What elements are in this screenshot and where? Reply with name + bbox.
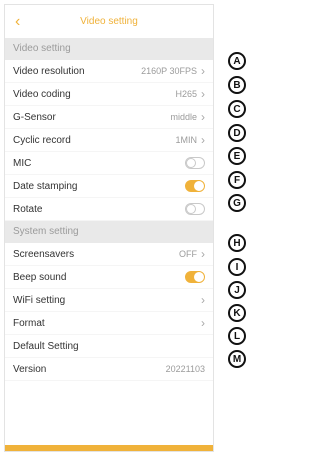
row-rotate: Rotate [5, 198, 213, 221]
row-label: Video coding [13, 88, 71, 100]
row-label: Version [13, 363, 47, 375]
marker-e: E [228, 147, 246, 165]
mic-toggle[interactable] [185, 157, 205, 169]
toggle-knob [186, 204, 196, 214]
marker-g: G [228, 194, 246, 212]
marker-i: I [228, 258, 246, 276]
row-beep-sound: Beep sound [5, 266, 213, 289]
row-label: Date stamping [13, 180, 78, 192]
marker-d: D [228, 124, 246, 142]
row-label: WiFi setting [13, 294, 66, 306]
row-label: Cyclic record [13, 134, 71, 146]
row-label: Video resolution [13, 65, 85, 77]
marker-b: B [228, 76, 246, 94]
row-wifi-setting[interactable]: WiFi setting › [5, 289, 213, 312]
row-label: Format [13, 317, 45, 329]
annotation-markers: A B C D E F G H I J K L M [224, 0, 256, 453]
chevron-right-icon: › [201, 133, 205, 147]
marker-a: A [228, 52, 246, 70]
section-system-setting: System setting [5, 221, 213, 243]
top-bar: ‹ Video setting [5, 5, 213, 38]
beep-sound-toggle[interactable] [185, 271, 205, 283]
row-value: middle › [170, 110, 205, 124]
row-default-setting[interactable]: Default Setting [5, 335, 213, 358]
row-value: › [201, 316, 205, 330]
chevron-right-icon: › [201, 87, 205, 101]
row-screensavers[interactable]: Screensavers OFF › [5, 243, 213, 266]
section-video-setting: Video setting [5, 38, 213, 60]
marker-m: M [228, 350, 246, 368]
chevron-right-icon: › [201, 293, 205, 307]
row-label: Default Setting [13, 340, 79, 352]
marker-l: L [228, 327, 246, 345]
marker-c: C [228, 100, 246, 118]
row-value: OFF › [179, 247, 205, 261]
toggle-knob [194, 181, 204, 191]
row-date-stamping: Date stamping [5, 175, 213, 198]
toggle-knob [194, 272, 204, 282]
row-value: › [201, 293, 205, 307]
row-mic: MIC [5, 152, 213, 175]
row-label: Beep sound [13, 271, 67, 283]
back-icon[interactable]: ‹ [15, 13, 20, 31]
row-g-sensor[interactable]: G-Sensor middle › [5, 106, 213, 129]
row-label: Screensavers [13, 248, 75, 260]
row-value: 1MIN › [175, 133, 205, 147]
row-value: 20221103 [165, 364, 205, 374]
row-label: G-Sensor [13, 111, 56, 123]
bottom-accent-bar [5, 445, 213, 451]
row-value: 2160P 30FPS › [141, 64, 205, 78]
marker-h: H [228, 234, 246, 252]
row-value: H265 › [175, 87, 205, 101]
row-video-coding[interactable]: Video coding H265 › [5, 83, 213, 106]
date-stamping-toggle[interactable] [185, 180, 205, 192]
marker-k: K [228, 304, 246, 322]
toggle-knob [186, 158, 196, 168]
row-format[interactable]: Format › [5, 312, 213, 335]
row-video-resolution[interactable]: Video resolution 2160P 30FPS › [5, 60, 213, 83]
row-cyclic-record[interactable]: Cyclic record 1MIN › [5, 129, 213, 152]
rotate-toggle[interactable] [185, 203, 205, 215]
marker-f: F [228, 171, 246, 189]
chevron-right-icon: › [201, 64, 205, 78]
chevron-right-icon: › [201, 110, 205, 124]
chevron-right-icon: › [201, 247, 205, 261]
row-label: MIC [13, 157, 32, 169]
row-version: Version 20221103 [5, 358, 213, 381]
chevron-right-icon: › [201, 316, 205, 330]
page-title: Video setting [80, 16, 138, 27]
phone-screen: ‹ Video setting Video setting Video reso… [4, 4, 214, 452]
marker-j: J [228, 281, 246, 299]
row-label: Rotate [13, 203, 43, 215]
